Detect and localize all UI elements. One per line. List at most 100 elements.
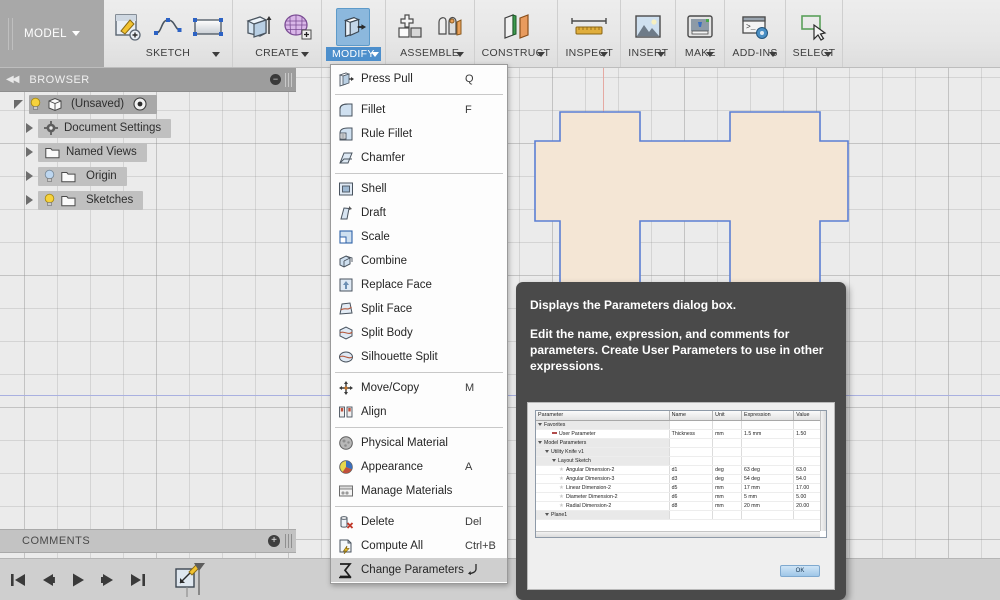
cell-expression bbox=[741, 420, 795, 430]
menu-label: Silhouette Split bbox=[361, 351, 438, 363]
measure-icon[interactable] bbox=[565, 8, 613, 46]
menu-item-split-body[interactable]: Split Body bbox=[331, 321, 507, 345]
toolbar-group-addins[interactable]: >_ ADD-INS bbox=[725, 0, 786, 67]
panel-resize-grip[interactable] bbox=[285, 534, 293, 548]
panel-resize-grip[interactable] bbox=[285, 72, 293, 87]
workspace-selector[interactable]: MODEL bbox=[0, 0, 104, 67]
tree-item-unsaved[interactable]: (Unsaved) bbox=[0, 92, 296, 116]
menu-item-chamfer[interactable]: Chamfer bbox=[331, 146, 507, 170]
cell-expression: 1.5 mm bbox=[741, 429, 795, 439]
toolbar-group-construct[interactable]: CONSTRUCT bbox=[475, 0, 559, 67]
menu-shortcut: Del bbox=[465, 516, 482, 528]
toolbar-group-select[interactable]: SELECT bbox=[786, 0, 844, 67]
menu-item-press-pull[interactable]: Press Pull Q bbox=[331, 67, 507, 91]
table-row[interactable]: Plane1 bbox=[536, 510, 826, 520]
table-row[interactable]: Favorites bbox=[536, 420, 826, 430]
minus-circle-icon[interactable]: − bbox=[270, 74, 281, 85]
visibility-bulb-icon[interactable] bbox=[43, 169, 56, 183]
menu-item-rule-fillet[interactable]: Rule Fillet bbox=[331, 122, 507, 146]
menu-item-delete[interactable]: Delete Del bbox=[331, 510, 507, 534]
menu-item-physical-material[interactable]: Physical Material bbox=[331, 431, 507, 455]
vertical-scrollbar[interactable] bbox=[820, 411, 826, 531]
cell-unit: mm bbox=[712, 501, 743, 511]
toolbar-group-modify[interactable]: MODIFY bbox=[322, 0, 386, 67]
comments-panel-header[interactable]: COMMENTS + bbox=[0, 529, 296, 553]
expander-collapsed-icon[interactable] bbox=[26, 123, 33, 133]
sketch-feature-icon[interactable] bbox=[174, 562, 208, 597]
table-row[interactable]: User Parameter Thickness mm 1.5 mm 1.50 bbox=[536, 429, 826, 439]
menu-item-scale[interactable]: Scale bbox=[331, 225, 507, 249]
expander-collapsed-icon[interactable] bbox=[26, 147, 33, 157]
joint-icon[interactable] bbox=[433, 8, 467, 46]
go-to-end-icon[interactable] bbox=[128, 570, 148, 590]
table-row[interactable]: Model Parameters bbox=[536, 438, 826, 448]
expander-collapsed-icon[interactable] bbox=[26, 171, 33, 181]
browser-panel-header: ◀◀ BROWSER − bbox=[0, 68, 296, 92]
visibility-bulb-icon[interactable] bbox=[43, 193, 56, 207]
table-row[interactable]: ★ Radial Dimension-2 d8 mm 20 mm 20.00 bbox=[536, 501, 826, 511]
toolbar-group-create[interactable]: CREATE bbox=[233, 0, 322, 67]
menu-item-split-face[interactable]: Split Face bbox=[331, 297, 507, 321]
collapse-left-icon[interactable]: ◀◀ bbox=[6, 74, 19, 85]
tree-item-named-views[interactable]: Named Views bbox=[0, 140, 296, 164]
expander-collapsed-icon[interactable] bbox=[26, 195, 33, 205]
form-icon[interactable] bbox=[280, 8, 314, 46]
plus-circle-icon[interactable]: + bbox=[268, 535, 280, 547]
ok-button[interactable]: OK bbox=[780, 565, 820, 577]
toolbar-drag-grip[interactable] bbox=[8, 18, 16, 50]
new-component-icon[interactable] bbox=[393, 8, 427, 46]
table-row[interactable]: ★ Linear Dimension-2 d5 mm 17 mm 17.00 bbox=[536, 483, 826, 493]
menu-item-move-copy[interactable]: Move/Copy M bbox=[331, 376, 507, 400]
insert-image-icon[interactable] bbox=[631, 8, 665, 46]
table-row[interactable]: ★ Diameter Dimension-2 d6 mm 5 mm 5.00 bbox=[536, 492, 826, 502]
menu-item-replace-face[interactable]: Replace Face bbox=[331, 273, 507, 297]
menu-item-shell[interactable]: Shell bbox=[331, 177, 507, 201]
select-window-icon[interactable] bbox=[797, 8, 831, 46]
menu-item-fillet[interactable]: Fillet F bbox=[331, 98, 507, 122]
activate-target-icon[interactable] bbox=[133, 97, 147, 111]
create-sketch-icon[interactable] bbox=[111, 8, 145, 46]
toolbar-group-make[interactable]: MAKE bbox=[676, 0, 726, 67]
menu-item-combine[interactable]: Combine bbox=[331, 249, 507, 273]
3d-print-icon[interactable] bbox=[683, 8, 717, 46]
tree-item-origin[interactable]: Origin bbox=[0, 164, 296, 188]
menu-item-silhouette-split[interactable]: Silhouette Split bbox=[331, 345, 507, 369]
scripts-addins-icon[interactable]: >_ bbox=[738, 8, 772, 46]
spline-icon[interactable] bbox=[151, 8, 185, 46]
parameters-dialog-preview: Parameter Name Unit Expression Value Fav… bbox=[535, 410, 827, 538]
expander-expanded-icon[interactable] bbox=[14, 99, 23, 109]
toolbar-group-sketch[interactable]: SKETCH bbox=[104, 0, 233, 67]
tree-item-document-settings[interactable]: Document Settings bbox=[0, 116, 296, 140]
menu-item-draft[interactable]: Draft bbox=[331, 201, 507, 225]
menu-shortcut-return-icon bbox=[465, 562, 499, 579]
play-icon[interactable] bbox=[68, 570, 88, 590]
visibility-bulb-icon[interactable] bbox=[29, 97, 42, 111]
toolbar-group-inspect[interactable]: INSPECT bbox=[558, 0, 622, 67]
extrude-icon[interactable] bbox=[240, 8, 274, 46]
table-row[interactable]: Utility Knife v1 bbox=[536, 447, 826, 457]
horizontal-scrollbar[interactable] bbox=[536, 531, 820, 537]
cell-unit bbox=[712, 420, 743, 430]
menu-item-manage-materials[interactable]: Manage Materials bbox=[331, 479, 507, 503]
shell-icon bbox=[337, 181, 354, 198]
folder-icon bbox=[61, 194, 76, 207]
table-row[interactable]: Layout Sketch bbox=[536, 456, 826, 466]
menu-item-change-parameters[interactable]: Change Parameters bbox=[331, 558, 507, 582]
cell-unit: deg bbox=[712, 465, 743, 475]
go-to-beginning-icon[interactable] bbox=[8, 570, 28, 590]
menu-item-compute-all[interactable]: Compute All Ctrl+B bbox=[331, 534, 507, 558]
table-row[interactable]: ★ Angular Dimension-3 d3 deg 54 deg 54.0 bbox=[536, 474, 826, 484]
menu-label: Delete bbox=[361, 516, 395, 528]
rectangle-icon[interactable] bbox=[191, 8, 225, 46]
toolbar-group-assemble[interactable]: ASSEMBLE bbox=[386, 0, 475, 67]
offset-plane-icon[interactable] bbox=[495, 8, 537, 46]
step-forward-icon[interactable] bbox=[98, 570, 118, 590]
table-row[interactable]: ★ Angular Dimension-2 d1 deg 63 deg 63.0 bbox=[536, 465, 826, 475]
menu-item-appearance[interactable]: Appearance A bbox=[331, 455, 507, 479]
press-pull-icon[interactable] bbox=[336, 8, 371, 46]
tree-item-sketches[interactable]: Sketches bbox=[0, 188, 296, 212]
menu-item-align[interactable]: Align bbox=[331, 400, 507, 424]
step-back-icon[interactable] bbox=[38, 570, 58, 590]
chevron-down-icon bbox=[657, 52, 666, 57]
toolbar-group-insert[interactable]: INSERT bbox=[621, 0, 677, 67]
